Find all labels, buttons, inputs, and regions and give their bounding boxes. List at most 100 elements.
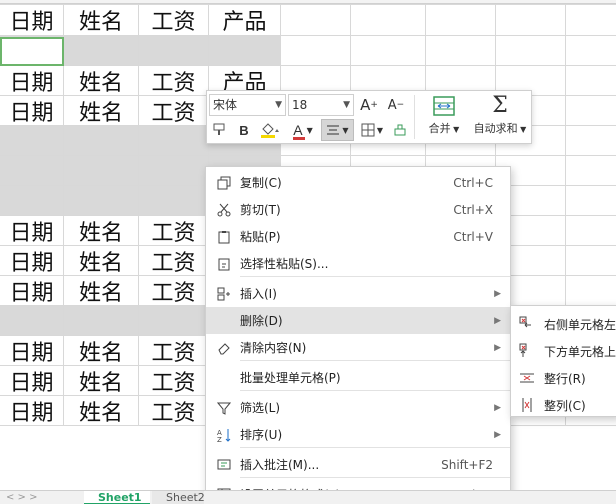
table-cell[interactable]: 工资 [139,246,209,275]
table-cell[interactable] [281,36,351,65]
table-cell[interactable] [64,306,139,335]
table-cell[interactable] [64,156,139,185]
menu-item-paste[interactable]: 粘贴(P) Ctrl+V [206,223,510,250]
table-cell[interactable]: 姓名 [64,66,139,95]
grow-font-letter: A [360,96,371,114]
table-cell[interactable]: 工资 [139,96,209,125]
menu-item-filter[interactable]: 筛选(L) ▶ [206,394,510,421]
merge-label: 合并 [428,122,451,135]
autosum-button[interactable]: Σ 自动求和 ▼ [469,95,531,136]
table-cell[interactable]: 日期 [0,96,64,125]
bold-button[interactable]: B [234,120,254,140]
menu-item-sort[interactable]: A Z 排序(U) ▶ [206,421,510,448]
table-cell[interactable] [0,186,64,215]
table-cell[interactable]: 工资 [139,66,209,95]
table-cell[interactable]: 日期 [0,216,64,245]
table-cell[interactable]: 姓名 [64,276,139,305]
table-cell[interactable] [0,156,64,185]
table-cell[interactable]: 工资 [139,336,209,365]
table-cell[interactable] [0,126,64,155]
table-cell[interactable] [426,5,496,35]
table-cell[interactable] [64,186,139,215]
table-cell[interactable]: 姓名 [64,246,139,275]
table-cell[interactable] [64,36,139,65]
table-cell[interactable]: 工资 [139,216,209,245]
font-name-value: 宋体 [213,98,238,112]
table-cell[interactable]: 产品 [209,5,281,35]
table-row[interactable]: 日期 姓名 工资 产品 [0,5,616,36]
table-cell[interactable] [139,306,209,335]
submenu-item-shift-up[interactable]: 下方单元格上 [511,338,616,365]
borders-button[interactable]: ▼ [358,120,386,140]
menu-item-copy[interactable]: 复制(C) Ctrl+C [206,169,510,196]
format-painter-icon[interactable] [210,120,230,140]
menu-item-cut[interactable]: 剪切(T) Ctrl+X [206,196,510,223]
table-cell[interactable]: 日期 [0,246,64,275]
submenu-item-label: 整行(R) [544,372,586,386]
shift-cells-up-icon [519,343,537,361]
table-cell[interactable]: 姓名 [64,396,139,425]
table-cell[interactable]: 工资 [139,276,209,305]
menu-item-label: 复制(C) [240,176,282,190]
table-cell[interactable]: 姓名 [64,336,139,365]
table-cell[interactable]: 工资 [139,5,209,35]
table-cell[interactable] [139,36,209,65]
menu-item-insert[interactable]: 插入(I) ▶ [206,280,510,307]
shift-cells-left-icon [519,316,537,334]
comment-icon [215,456,233,474]
table-cell[interactable]: 姓名 [64,216,139,245]
menu-item-label: 选择性粘贴(S)... [240,257,329,271]
menu-item-paste-special[interactable]: 选择性粘贴(S)... [206,250,510,277]
table-cell[interactable] [351,5,426,35]
tab-sheet2[interactable]: Sheet2 [152,491,205,504]
table-cell[interactable] [426,36,496,65]
menu-item-shortcut: Shift+F2 [441,457,493,472]
menu-item-clear-contents[interactable]: 清除内容(N) ▶ [206,334,510,361]
table-cell[interactable] [496,36,566,65]
fill-color-button[interactable] [257,120,283,140]
table-cell[interactable]: 工资 [139,396,209,425]
table-cell[interactable] [64,126,139,155]
font-name-select[interactable]: 宋体 ▼ [209,94,286,116]
table-cell[interactable] [209,36,281,65]
table-cell[interactable]: 姓名 [64,5,139,35]
tab-sheet1[interactable]: Sheet1 [84,491,150,504]
merge-button[interactable]: 合并 ▼ [421,95,467,136]
table-cell[interactable] [0,306,64,335]
align-center-button[interactable]: ▼ [321,119,354,141]
menu-item-delete[interactable]: 删除(D) ▶ [206,307,510,334]
table-cell[interactable] [139,126,209,155]
menu-item-label: 粘贴(P) [240,230,281,244]
table-cell[interactable] [139,156,209,185]
table-cell[interactable]: 姓名 [64,366,139,395]
tab-nav-arrows-icon[interactable]: < > > [6,491,38,504]
submenu-item-entire-row[interactable]: 整行(R) [511,365,616,392]
table-row[interactable] [0,36,616,66]
table-cell[interactable] [139,186,209,215]
table-cell[interactable]: 日期 [0,66,64,95]
toolbar-divider [414,95,415,139]
submenu-arrow-icon: ▶ [494,315,501,326]
menu-item-batch-process[interactable]: 批量处理单元格(P) [206,364,510,391]
table-cell[interactable] [351,36,426,65]
menu-item-insert-comment[interactable]: 插入批注(M)... Shift+F2 [206,451,510,478]
table-cell[interactable]: 日期 [0,336,64,365]
table-cell[interactable]: 日期 [0,5,64,35]
table-cell[interactable]: 日期 [0,276,64,305]
clear-format-button[interactable] [390,120,410,140]
table-cell[interactable]: 工资 [139,366,209,395]
font-size-select[interactable]: 18 ▼ [288,94,354,116]
grow-font-button[interactable]: A + [358,94,380,116]
table-cell[interactable]: 姓名 [64,96,139,125]
menu-item-label: 删除(D) [240,314,283,328]
table-cell[interactable]: 日期 [0,366,64,395]
submenu-item-entire-column[interactable]: 整列(C) [511,392,616,419]
merge-cells-icon [433,96,455,116]
font-color-button[interactable]: A ▼ [289,120,317,140]
table-cell[interactable] [281,5,351,35]
submenu-item-shift-left[interactable]: 右侧单元格左 [511,311,616,338]
shrink-font-button[interactable]: A − [385,94,407,116]
selected-cell[interactable] [0,37,64,66]
table-cell[interactable] [496,5,566,35]
table-cell[interactable]: 日期 [0,396,64,425]
